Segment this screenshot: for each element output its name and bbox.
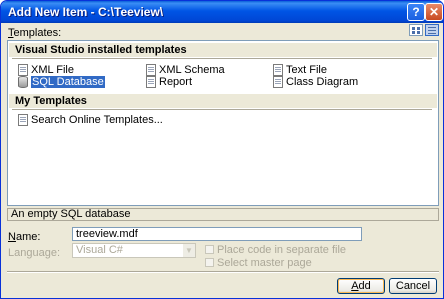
checkbox-box: [205, 245, 214, 254]
large-icons-icon: [412, 27, 415, 30]
add-new-item-dialog: Add New Item - C:\Teeview\ ? ✕ Templates…: [0, 0, 444, 299]
language-label: Language:: [8, 247, 60, 259]
button-divider: [7, 271, 439, 273]
xml-file-icon: [18, 64, 28, 76]
text-file-icon: [273, 64, 283, 76]
title-bar[interactable]: Add New Item - C:\Teeview\ ? ✕: [1, 1, 443, 23]
template-description: An empty SQL database: [7, 208, 439, 221]
checkbox-label: Place code in separate file: [217, 244, 347, 256]
templates-label: Templates:: [8, 27, 62, 39]
template-label: XML File: [31, 64, 74, 76]
name-input[interactable]: treeview.mdf: [72, 227, 362, 241]
help-button[interactable]: ?: [407, 3, 425, 21]
template-label: Text File: [286, 64, 327, 76]
small-icons-icon: [428, 27, 436, 28]
group-separator: [12, 109, 432, 110]
template-label: Report: [159, 76, 193, 88]
templates-list[interactable]: Visual Studio installed templates XML Fi…: [7, 40, 439, 206]
report-icon: [146, 76, 156, 88]
language-select: Visual C# ▼: [72, 243, 196, 258]
add-button[interactable]: Add: [337, 278, 385, 294]
group-installed-templates: Visual Studio installed templates: [9, 43, 437, 57]
cancel-button[interactable]: Cancel: [389, 278, 437, 294]
search-online-icon: [18, 114, 28, 126]
small-icons-view-button[interactable]: [425, 24, 439, 36]
class-diagram-icon: [273, 76, 283, 88]
template-label: Search Online Templates...: [31, 114, 163, 126]
checkbox-box: [205, 258, 214, 267]
window-title: Add New Item - C:\Teeview\: [8, 5, 164, 19]
checkbox-label: Select master page: [217, 257, 312, 269]
chevron-down-icon: ▼: [183, 244, 195, 257]
group-my-templates: My Templates: [9, 94, 437, 108]
sql-database-icon: [18, 76, 28, 88]
large-icons-view-button[interactable]: [409, 24, 423, 36]
template-label: Class Diagram: [286, 76, 359, 88]
group-separator: [12, 58, 432, 59]
xml-schema-icon: [146, 64, 156, 76]
language-value: Visual C#: [76, 244, 123, 256]
close-button[interactable]: ✕: [425, 3, 443, 21]
template-label: SQL Database: [31, 76, 105, 88]
template-label: XML Schema: [159, 64, 225, 76]
name-label: Name:: [8, 231, 41, 243]
